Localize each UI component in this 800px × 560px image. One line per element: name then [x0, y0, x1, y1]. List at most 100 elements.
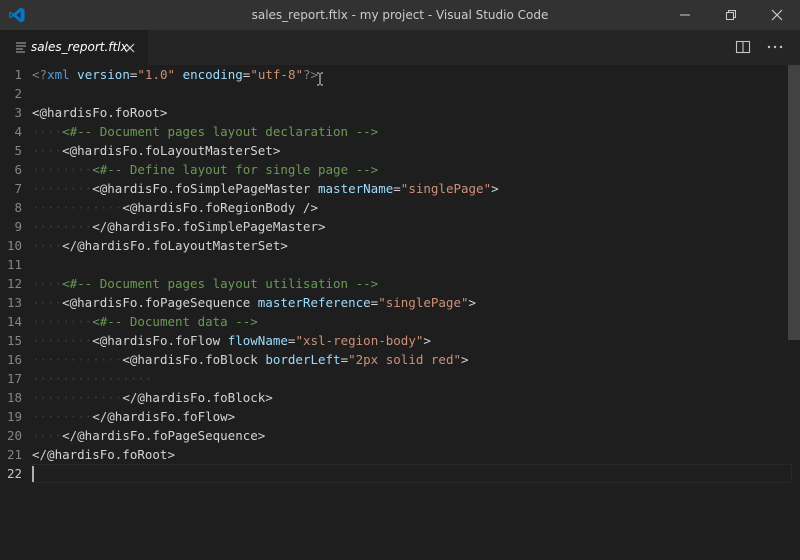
token-txt: <@hardisFo.foLayoutMasterSet> — [62, 143, 281, 158]
token-attr: encoding — [182, 67, 243, 82]
token-attr: masterName — [318, 181, 394, 196]
code-text: ····<#-- Document pages layout utilisati… — [32, 274, 378, 293]
token-str: "1.0" — [137, 67, 176, 82]
token-txt: = — [393, 181, 401, 196]
token-txt: > — [468, 295, 477, 310]
code-line[interactable]: 21 </@hardisFo.foRoot> — [0, 445, 790, 464]
line-number: 19 — [6, 409, 22, 424]
line-number: 11 — [6, 257, 22, 272]
scrollbar-thumb[interactable] — [788, 65, 800, 340]
line-number: 16 — [6, 352, 22, 367]
token-cmt: <#-- Define layout for single page --> — [92, 162, 379, 177]
token-cmt: <#-- Document data --> — [92, 314, 258, 329]
line-number: 9 — [14, 219, 22, 234]
indent-whitespace: ···· — [32, 124, 63, 139]
minimize-button[interactable] — [662, 0, 708, 30]
line-number: 1 — [14, 67, 22, 82]
code-text: ············<@hardisFo.foBlock borderLef… — [32, 350, 469, 369]
line-number: 7 — [14, 181, 22, 196]
line-number: 5 — [14, 143, 22, 158]
token-txt: </@hardisFo.foRoot> — [32, 447, 175, 462]
code-line[interactable]: 11 — [0, 255, 790, 274]
token-txt: </@hardisFo.foLayoutMasterSet> — [62, 238, 288, 253]
token-txt: <@hardisFo.foBlock — [122, 352, 266, 367]
line-number: 18 — [6, 390, 22, 405]
more-actions-icon[interactable] — [766, 39, 784, 55]
line-number: 22 — [6, 466, 22, 481]
line-number: 20 — [6, 428, 22, 443]
code-line[interactable]: 18 ············</@hardisFo.foBlock> — [0, 388, 790, 407]
code-editor[interactable]: 1 <?xml version="1.0" encoding="utf-8"?> 2… — [0, 65, 800, 560]
code-line[interactable]: 9 ········</@hardisFo.foSimplePageMaster> — [0, 217, 790, 236]
close-icon — [771, 9, 783, 21]
token-txt: <@hardisFo.foSimplePageMaster — [92, 181, 318, 196]
code-text: ········<#-- Document data --> — [32, 312, 258, 331]
code-line[interactable]: 4 ····<#-- Document pages layout declarat… — [0, 122, 790, 141]
code-text: ········<#-- Define layout for single pa… — [32, 160, 378, 179]
code-text: ········<@hardisFo.foSimplePageMaster ma… — [32, 179, 499, 198]
token-txt: </@hardisFo.foPageSequence> — [62, 428, 266, 443]
code-line[interactable]: 19 ········</@hardisFo.foFlow> — [0, 407, 790, 426]
code-text: ····<#-- Document pages layout declarati… — [32, 122, 378, 141]
line-number: 14 — [6, 314, 22, 329]
token-txt: </@hardisFo.foFlow> — [92, 409, 236, 424]
line-number: 13 — [6, 295, 22, 310]
token-punct: <? — [32, 67, 48, 82]
code-line[interactable]: 8 ············<@hardisFo.foRegionBody /> — [0, 198, 790, 217]
token-str: "xsl-region-body" — [295, 333, 424, 348]
indent-whitespace: ················ — [32, 371, 153, 386]
indent-whitespace: ········ — [32, 314, 93, 329]
close-window-button[interactable] — [754, 0, 800, 30]
minimize-icon — [680, 14, 690, 16]
token-txt: <@hardisFo.foPageSequence — [62, 295, 258, 310]
code-line[interactable]: 22 — [0, 464, 792, 483]
code-line[interactable]: 6 ········<#-- Define layout for single p… — [0, 160, 790, 179]
indent-whitespace: ········ — [32, 181, 93, 196]
token-attr: borderLeft — [265, 352, 341, 367]
indent-whitespace: ········ — [32, 333, 93, 348]
code-line[interactable]: 20 ····</@hardisFo.foPageSequence> — [0, 426, 790, 445]
code-line[interactable]: 12 ····<#-- Document pages layout utilisa… — [0, 274, 790, 293]
token-txt: </@hardisFo.foSimplePageMaster> — [92, 219, 326, 234]
token-txt: <@hardisFo.foRegionBody /> — [122, 200, 318, 215]
code-line[interactable]: 5 ····<@hardisFo.foLayoutMasterSet> — [0, 141, 790, 160]
file-lines-icon — [16, 42, 26, 53]
indent-whitespace: ········ — [32, 219, 93, 234]
code-line[interactable]: 15 ········<@hardisFo.foFlow flowName="xs… — [0, 331, 790, 350]
indent-whitespace: ···· — [32, 238, 63, 253]
line-number: 6 — [14, 162, 22, 177]
text-caret — [32, 466, 34, 482]
current-line-highlight — [32, 464, 792, 483]
token-txt: > — [461, 352, 469, 367]
code-text: ········<@hardisFo.foFlow flowName="xsl-… — [32, 331, 431, 350]
indent-whitespace: ········ — [32, 162, 93, 177]
indent-whitespace: ···· — [32, 428, 63, 443]
code-line[interactable]: 2 — [0, 84, 790, 103]
restore-button[interactable] — [708, 0, 754, 30]
code-text: ····<@hardisFo.foLayoutMasterSet> — [32, 141, 280, 160]
code-line[interactable]: 10 ····</@hardisFo.foLayoutMasterSet> — [0, 236, 790, 255]
code-line[interactable]: 13 ····<@hardisFo.foPageSequence masterRe… — [0, 293, 790, 312]
code-text: <?xml version="1.0" encoding="utf-8"?> — [32, 65, 318, 84]
tab-bar: sales_report.ftlx — [0, 30, 800, 65]
code-line[interactable]: 1 <?xml version="1.0" encoding="utf-8"?> — [0, 65, 790, 84]
code-line[interactable]: 16 ············<@hardisFo.foBlock borderL… — [0, 350, 790, 369]
tab-sales-report[interactable]: sales_report.ftlx — [0, 30, 148, 65]
text-cursor-icon — [317, 72, 323, 86]
code-text: </@hardisFo.foRoot> — [32, 445, 175, 464]
indent-whitespace: ········ — [32, 409, 93, 424]
code-text: ········</@hardisFo.foFlow> — [32, 407, 235, 426]
split-editor-icon[interactable] — [735, 39, 751, 55]
code-line[interactable]: 17 ················ — [0, 369, 790, 388]
line-number: 4 — [14, 124, 22, 139]
indent-whitespace: ············ — [32, 352, 123, 367]
token-str: "2px solid red" — [348, 352, 461, 367]
code-line[interactable]: 14 ········<#-- Document data --> — [0, 312, 790, 331]
code-line[interactable]: 3 <@hardisFo.foRoot> — [0, 103, 790, 122]
indent-whitespace: ···· — [32, 295, 63, 310]
code-text: ················ — [32, 369, 152, 388]
tab-close-icon[interactable] — [122, 40, 138, 56]
code-line[interactable]: 7 ········<@hardisFo.foSimplePageMaster m… — [0, 179, 790, 198]
token-cmt: <#-- Document pages layout declaration -… — [62, 124, 379, 139]
